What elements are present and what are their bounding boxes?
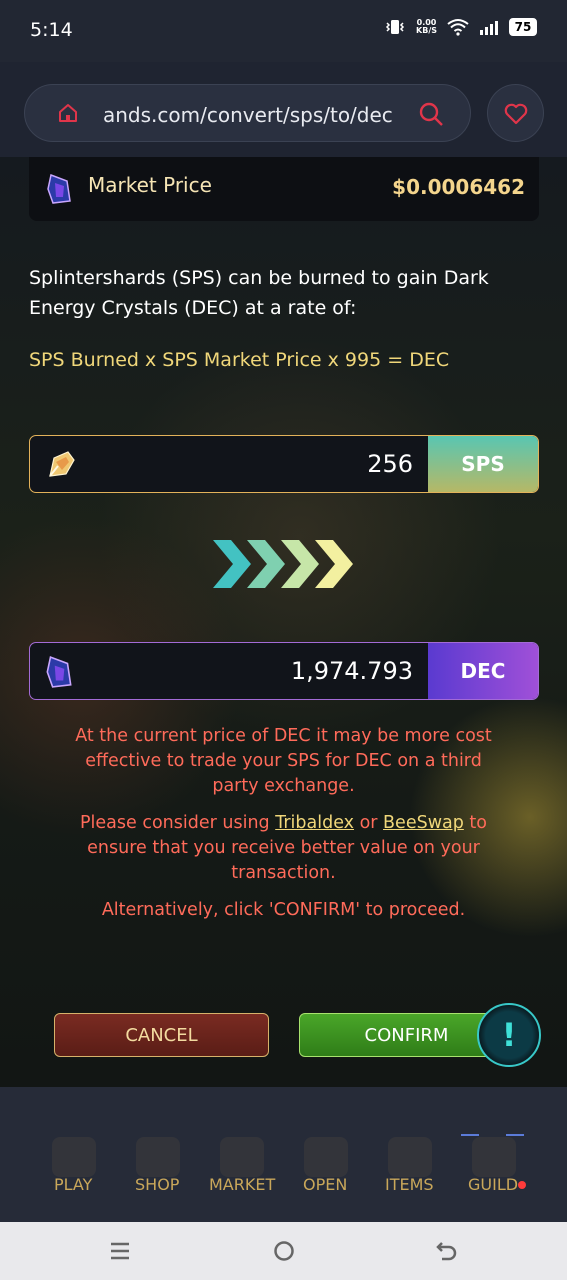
market-price-value: $0.0006462: [392, 175, 525, 199]
nav-guild[interactable]: GUILD: [468, 1175, 518, 1194]
notification-dot: [518, 1181, 526, 1189]
confirm-hint: Alternatively, click 'CONFIRM' to procee…: [101, 900, 466, 920]
convert-arrows-icon: [213, 540, 353, 588]
home-icon[interactable]: [57, 102, 79, 124]
shop-icon: [136, 1137, 180, 1177]
net-speed-unit: KB/S: [416, 26, 437, 35]
nav-indicator: [506, 1134, 524, 1136]
system-nav-bar: [0, 1222, 567, 1280]
price-warning-text: At the current price of DEC it may be mo…: [75, 726, 492, 796]
convert-panel: Market Price $0.0006462 Splintershards (…: [0, 157, 567, 1087]
market-price-label: Market Price: [88, 173, 212, 197]
battery-indicator: 75: [509, 18, 537, 36]
items-icon: [388, 1137, 432, 1177]
url-text[interactable]: ands.com/convert/sps/to/dec: [103, 103, 393, 127]
alert-button[interactable]: !: [477, 1003, 541, 1067]
nav-play[interactable]: PLAY: [54, 1175, 92, 1194]
market-icon: [220, 1137, 264, 1177]
bottom-nav: PLAY SHOP MARKET OPEN ITEMS GUILD: [0, 1087, 567, 1222]
status-icons: 0.00 KB/S 75: [384, 18, 537, 36]
sps-shard-icon: [49, 451, 75, 477]
sps-amount-field[interactable]: 256 SPS: [29, 435, 539, 493]
search-icon[interactable]: [418, 101, 444, 127]
exchange-suggestion: Please consider using Tribaldex or BeeSw…: [60, 811, 507, 886]
home-nav-icon[interactable]: [272, 1239, 296, 1263]
nav-market[interactable]: MARKET: [209, 1175, 275, 1194]
beeswap-link[interactable]: BeeSwap: [383, 813, 464, 833]
sps-amount-value[interactable]: 256: [367, 450, 413, 478]
url-bar[interactable]: ands.com/convert/sps/to/dec: [24, 84, 471, 142]
wifi-icon: [447, 19, 469, 36]
nav-open[interactable]: OPEN: [303, 1175, 347, 1194]
heart-icon: [504, 103, 528, 125]
guild-icon: [472, 1137, 516, 1177]
dec-gem-icon: [46, 656, 72, 688]
dec-unit-label: DEC: [428, 643, 538, 699]
vibrate-icon: [385, 20, 405, 34]
favorite-button[interactable]: [487, 84, 544, 142]
cancel-button[interactable]: CANCEL: [54, 1013, 269, 1057]
dec-amount-field: 1,974.793 DEC: [29, 642, 539, 700]
sps-unit-label: SPS: [428, 436, 538, 492]
nav-shop[interactable]: SHOP: [135, 1175, 179, 1194]
suggestion-prefix: Please consider using: [80, 813, 276, 833]
signal-icon: [480, 21, 498, 35]
recent-apps-icon[interactable]: [108, 1239, 132, 1263]
suggestion-or: or: [354, 813, 384, 833]
conversion-description: Splintershards (SPS) can be burned to ga…: [29, 267, 489, 319]
conversion-formula: SPS Burned x SPS Market Price x 995 = DE…: [29, 349, 450, 371]
market-price-card: Market Price $0.0006462: [29, 157, 539, 221]
play-icon: [52, 1137, 96, 1177]
net-speed: 0.00 KB/S: [416, 19, 437, 35]
nav-items[interactable]: ITEMS: [385, 1175, 434, 1194]
dec-gem-icon: [47, 173, 71, 204]
status-time: 5:14: [30, 19, 73, 41]
tribaldex-link[interactable]: Tribaldex: [275, 813, 354, 833]
back-icon[interactable]: [434, 1239, 458, 1263]
dec-amount-value: 1,974.793: [290, 657, 413, 685]
open-icon: [304, 1137, 348, 1177]
status-bar: 5:14 0.00 KB/S 75: [0, 0, 567, 62]
nav-indicator: [461, 1134, 479, 1136]
